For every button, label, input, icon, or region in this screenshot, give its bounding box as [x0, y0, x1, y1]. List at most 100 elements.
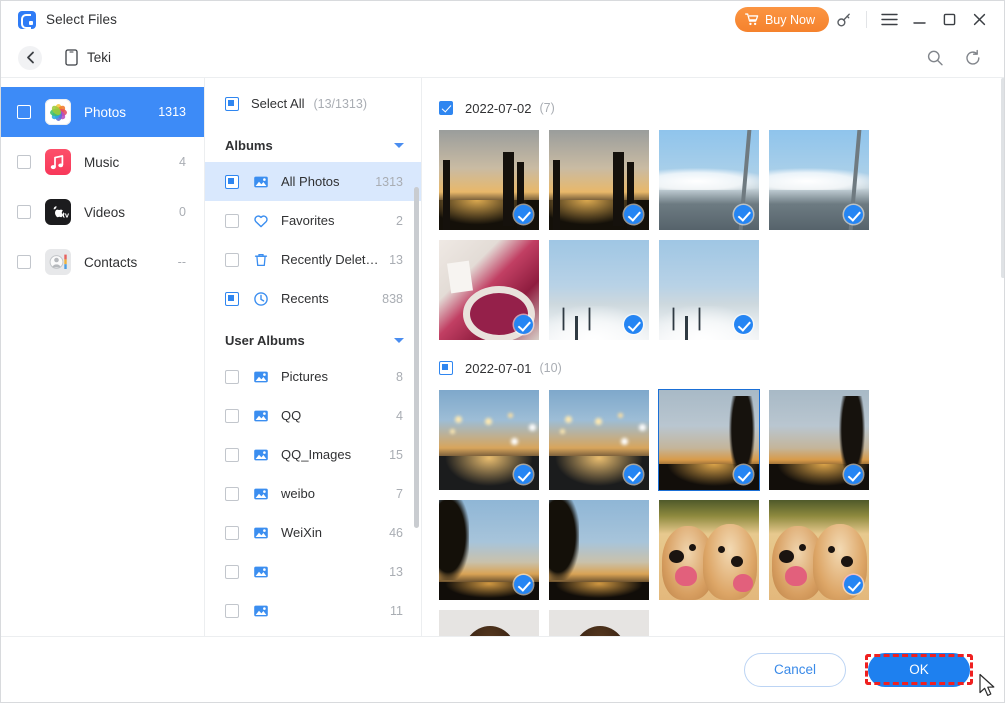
photo-album-icon [253, 603, 269, 619]
apple-contacts-icon [45, 249, 71, 275]
photo-thumbnail[interactable] [769, 390, 869, 490]
photo-thumbnail[interactable] [549, 500, 649, 600]
photo-thumbnail[interactable] [769, 130, 869, 230]
grid-separator [439, 340, 1004, 358]
album-row[interactable]: Favorites 2 [205, 201, 421, 240]
category-checkbox-videos[interactable] [17, 205, 31, 219]
photo-selected-badge[interactable] [514, 315, 533, 334]
sidebar-item-videos[interactable]: tv Videos 0 [1, 187, 204, 237]
minimize-icon[interactable] [904, 5, 934, 35]
sidebar-item-photos[interactable]: Photos 1313 [1, 87, 204, 137]
photo-thumbnail[interactable] [769, 500, 869, 600]
chevron-down-icon[interactable] [394, 337, 404, 343]
photo-thumbnail[interactable] [658, 389, 760, 491]
photo-selected-badge[interactable] [624, 465, 643, 484]
album-row[interactable]: QQ_Images 15 [205, 435, 421, 474]
photo-selected-badge[interactable] [514, 575, 533, 594]
sidebar-item-music[interactable]: Music 4 [1, 137, 204, 187]
album-row[interactable]: QQ 4 [205, 396, 421, 435]
photo-thumbnail[interactable] [659, 240, 759, 340]
photo-thumbnail[interactable] [549, 130, 649, 230]
album-checkbox[interactable] [225, 252, 239, 267]
album-row[interactable]: weibo 7 [205, 474, 421, 513]
album-count: 11 [390, 603, 403, 618]
album-count: 4 [396, 408, 403, 423]
albums-scrollbar[interactable] [414, 187, 419, 528]
album-checkbox[interactable] [225, 486, 239, 501]
buy-now-button[interactable]: Buy Now [734, 7, 829, 32]
album-section-header[interactable]: Albums [205, 128, 421, 162]
album-checkbox[interactable] [225, 564, 239, 579]
sidebar-item-contacts[interactable]: Contacts -- [1, 237, 204, 287]
select-all-checkbox[interactable] [225, 96, 239, 111]
album-row[interactable]: Recents 838 [205, 279, 421, 318]
photo-selected-badge[interactable] [734, 315, 753, 334]
key-icon[interactable] [829, 5, 859, 35]
album-row[interactable]: All Photos 1313 [205, 162, 421, 201]
album-row[interactable]: Pictures 8 [205, 357, 421, 396]
album-row[interactable]: 13 [205, 552, 421, 591]
album-checkbox[interactable] [225, 603, 239, 618]
maximize-icon[interactable] [934, 5, 964, 35]
photo-date-header[interactable]: 2022-07-01 (10) [439, 358, 1004, 378]
album-row[interactable]: WeiXin 46 [205, 513, 421, 552]
album-checkbox[interactable] [225, 174, 239, 189]
photo-selected-badge[interactable] [624, 315, 643, 334]
photo-thumbnail[interactable] [439, 390, 539, 490]
ok-button-wrapper: OK [865, 652, 973, 687]
mouse-cursor [979, 673, 995, 696]
cancel-button[interactable]: Cancel [744, 652, 846, 687]
photo-thumbnail[interactable] [549, 610, 649, 638]
photo-selected-badge[interactable] [844, 205, 863, 224]
date-group-checkbox[interactable] [439, 101, 453, 115]
photo-thumbnail[interactable] [549, 240, 649, 340]
photo-selected-badge[interactable] [514, 205, 533, 224]
photo-thumbnail[interactable] [439, 610, 539, 638]
ok-button[interactable]: OK [868, 652, 970, 687]
date-group-checkbox[interactable] [439, 361, 453, 375]
clock-icon [253, 291, 269, 307]
refresh-icon[interactable] [962, 47, 984, 69]
photo-image [439, 610, 539, 638]
album-name: QQ_Images [281, 447, 352, 462]
album-checkbox[interactable] [225, 408, 239, 423]
category-checkbox-contacts[interactable] [17, 255, 31, 269]
close-icon[interactable] [964, 5, 994, 35]
album-section-header[interactable]: User Albums [205, 323, 421, 357]
photo-thumbnail[interactable] [439, 240, 539, 340]
photo-selected-badge[interactable] [624, 205, 643, 224]
photo-selected-badge[interactable] [844, 575, 863, 594]
album-checkbox[interactable] [225, 447, 239, 462]
photo-album-icon [253, 486, 269, 502]
photo-thumbnail[interactable] [659, 500, 759, 600]
album-count: 1313 [375, 174, 403, 189]
photo-thumbnail[interactable] [549, 390, 649, 490]
album-count: 7 [396, 486, 403, 501]
photo-selected-badge[interactable] [734, 205, 753, 224]
photo-selected-badge[interactable] [734, 465, 753, 484]
category-checkbox-music[interactable] [17, 155, 31, 169]
album-row[interactable]: Recently Delet… 13 [205, 240, 421, 279]
album-name: Recently Delet… [281, 252, 379, 267]
album-checkbox[interactable] [225, 369, 239, 384]
hamburger-menu-icon[interactable] [874, 5, 904, 35]
search-icon[interactable] [924, 47, 946, 69]
back-button[interactable] [18, 45, 42, 70]
photo-selected-badge[interactable] [514, 465, 533, 484]
photo-selected-badge[interactable] [844, 465, 863, 484]
photo-grid-scrollbar[interactable] [1001, 78, 1004, 278]
select-all-row[interactable]: Select All (13/1313) [205, 84, 421, 123]
album-checkbox[interactable] [225, 291, 239, 306]
chevron-down-icon[interactable] [394, 142, 404, 148]
album-checkbox[interactable] [225, 213, 239, 228]
photo-thumbnail[interactable] [439, 500, 539, 600]
photo-date-header[interactable]: 2022-07-02 (7) [439, 98, 1004, 118]
date-label: 2022-07-02 [465, 100, 532, 116]
category-checkbox-photos[interactable] [17, 105, 31, 119]
photo-thumbnail[interactable] [659, 130, 759, 230]
title-bar: Select Files Buy Now [1, 1, 1004, 38]
category-label: Contacts [84, 254, 138, 270]
photo-thumbnail[interactable] [439, 130, 539, 230]
album-row[interactable]: 11 [205, 591, 421, 630]
album-checkbox[interactable] [225, 525, 239, 540]
